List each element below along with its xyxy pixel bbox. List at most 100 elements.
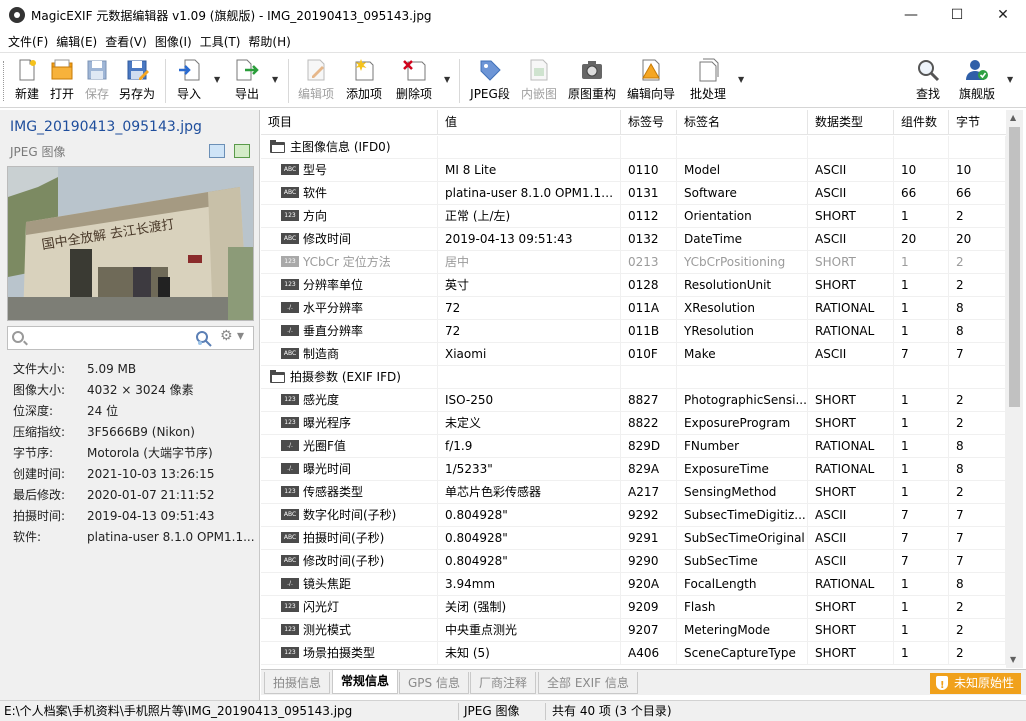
table-row[interactable]: 123 闪光灯 关闭 (强制) 9209 Flash SHORT 1 2 (261, 596, 1006, 619)
table-row[interactable]: 123 感光度 ISO-250 8827 PhotographicSensi... SHO… (261, 389, 1006, 412)
empty-cell (894, 366, 949, 389)
value-cell: platina-user 8.1.0 OPM1.17... (438, 182, 621, 205)
originality-badge[interactable]: 未知原始性 (929, 673, 1021, 696)
embedded-thumbnail-button[interactable]: 内嵌图 (519, 58, 559, 104)
scrollbar-thumb[interactable] (1009, 127, 1020, 407)
table-row[interactable]: ./. 垂直分辨率 72 011B YResolution RATIONAL 1 8 (261, 320, 1006, 343)
image-view-icon[interactable] (209, 144, 225, 158)
tab-all-exif-info[interactable]: 全部 EXIF 信息 (538, 672, 638, 694)
column-header-component-count[interactable]: 组件数 (894, 110, 949, 135)
bytes-cell: 66 (949, 182, 1006, 205)
table-row[interactable]: ABC 数字化时间(子秒) 0.804928" 9292 SubsecTimeDigit… (261, 504, 1006, 527)
toolbar-grip[interactable] (3, 61, 6, 101)
table-row[interactable]: ABC 制造商 Xiaomi 010F Make ASCII 7 7 (261, 343, 1006, 366)
table-row[interactable]: 123 场景拍摄类型 未知 (5) A406 SceneCaptureType SHORT… (261, 642, 1006, 665)
import-button[interactable]: 导入 (174, 58, 204, 104)
tab-shooting-info[interactable]: 拍摄信息 (264, 672, 331, 694)
menu-file[interactable]: 文件(F) (4, 33, 52, 50)
info-value: 2020-01-07 21:11:52 (87, 487, 215, 502)
save-as-button[interactable]: 另存为 (117, 58, 157, 104)
table-row[interactable]: 123 方向 正常 (上/左) 0112 Orientation SHORT 1 2 (261, 205, 1006, 228)
search-input[interactable] (30, 329, 190, 347)
tab-maker-notes[interactable]: 厂商注释 (470, 672, 537, 694)
minimize-button[interactable]: — (888, 0, 934, 30)
column-header-item[interactable]: 项目 (261, 110, 438, 135)
info-row: 软件: platina-user 8.1.0 OPM1.1... (13, 526, 258, 547)
search-go-icon[interactable] (194, 329, 214, 347)
table-row[interactable]: ./. 镜头焦距 3.94mm 920A FocalLength RATIONAL 1 8 (261, 573, 1006, 596)
open-button[interactable]: 打开 (47, 58, 77, 104)
table-row[interactable]: ABC 修改时间 2019-04-13 09:51:43 0132 DateTime AS… (261, 228, 1006, 251)
table-row[interactable]: ./. 水平分辨率 72 011A XResolution RATIONAL 1 8 (261, 297, 1006, 320)
column-header-bytes[interactable]: 字节 (949, 110, 1006, 135)
table-row[interactable]: ABC 拍摄时间(子秒) 0.804928" 9291 SubSecTimeOrigin… (261, 527, 1006, 550)
menu-view[interactable]: 查看(V) (101, 33, 151, 50)
table-row[interactable]: 123 分辨率单位 英寸 0128 ResolutionUnit SHORT 1 2 (261, 274, 1006, 297)
vertical-scrollbar[interactable]: ▲ ▼ (1006, 110, 1023, 668)
data-type-cell: RATIONAL (808, 573, 894, 596)
numeric-type-icon: 123 (281, 486, 299, 497)
edition-button[interactable]: 旗舰版 (955, 58, 999, 104)
scroll-up-arrow-icon[interactable]: ▲ (1010, 113, 1016, 122)
find-button[interactable]: 查找 (913, 58, 943, 104)
item-cell: ABC 型号 (261, 159, 438, 182)
batch-dropdown-arrow-icon[interactable]: ▼ (738, 75, 744, 84)
tag-number-cell: 010F (621, 343, 677, 366)
table-row[interactable]: 123 测光模式 中央重点测光 9207 MeteringMode SHORT 1 2 (261, 619, 1006, 642)
table-row[interactable]: ABC 型号 MI 8 Lite 0110 Model ASCII 10 10 (261, 159, 1006, 182)
delete-item-button[interactable]: 删除项 (394, 58, 434, 104)
group-row[interactable]: 拍摄参数 (EXIF IFD) (261, 366, 1006, 389)
tag-number-cell: 920A (621, 573, 677, 596)
edit-item-button[interactable]: 编辑项 (296, 58, 336, 104)
item-label: 测光模式 (303, 623, 352, 637)
export-button[interactable]: 导出 (232, 58, 262, 104)
table-row[interactable]: ./. 光圈F值 f/1.9 829D FNumber RATIONAL 1 8 (261, 435, 1006, 458)
delete-dropdown-arrow-icon[interactable]: ▼ (444, 75, 450, 84)
image-preview-icon[interactable] (234, 144, 250, 158)
left-panel: IMG_20190413_095143.jpg JPEG 图像 国中全放解 去江… (0, 110, 260, 700)
column-header-value[interactable]: 值 (438, 110, 621, 135)
data-type-cell: ASCII (808, 228, 894, 251)
maximize-button[interactable]: ☐ (934, 0, 980, 30)
column-header-tag-number[interactable]: 标签号 (621, 110, 677, 135)
column-header-tag-name[interactable]: 标签名 (677, 110, 808, 135)
menu-image[interactable]: 图像(I) (151, 33, 196, 50)
bytes-cell: 20 (949, 228, 1006, 251)
export-dropdown-arrow-icon[interactable]: ▼ (272, 75, 278, 84)
table-row[interactable]: 123 传感器类型 单芯片色彩传感器 A217 SensingMethod SHORT 1 2 (261, 481, 1006, 504)
menu-edit[interactable]: 编辑(E) (52, 33, 101, 50)
search-options-gear-icon[interactable]: ⚙ ▾ (220, 328, 252, 348)
status-file-type: JPEG 图像 (464, 704, 520, 718)
table-row[interactable]: 123 曝光程序 未定义 8822 ExposureProgram SHORT 1 2 (261, 412, 1006, 435)
add-item-button[interactable]: 添加项 (344, 58, 384, 104)
edit-wizard-button[interactable]: 编辑向导 (625, 58, 677, 104)
jpeg-segment-button[interactable]: JPEG段 (469, 58, 511, 104)
scroll-down-arrow-icon[interactable]: ▼ (1010, 655, 1016, 664)
info-label: 文件大小: (13, 362, 66, 376)
bytes-cell: 8 (949, 458, 1006, 481)
tab-gps-info[interactable]: GPS 信息 (399, 672, 469, 694)
table-row[interactable]: ABC 软件 platina-user 8.1.0 OPM1.17... 0131 So… (261, 182, 1006, 205)
tag-number-cell: 9209 (621, 596, 677, 619)
menu-tools[interactable]: 工具(T) (196, 33, 245, 50)
info-label: 位深度: (13, 404, 54, 418)
new-button[interactable]: 新建 (12, 58, 42, 104)
edition-dropdown-arrow-icon[interactable]: ▼ (1007, 75, 1013, 84)
bytes-cell: 2 (949, 205, 1006, 228)
item-label: 方向 (303, 209, 328, 223)
tab-general-info[interactable]: 常规信息 (332, 670, 399, 694)
group-row[interactable]: 主图像信息 (IFD0) (261, 136, 1006, 159)
batch-process-button[interactable]: 批处理 (688, 58, 728, 104)
save-button[interactable]: 保存 (82, 58, 112, 104)
tag-name-cell: FocalLength (677, 573, 808, 596)
rebuild-image-button[interactable]: 原图重构 (566, 58, 618, 104)
close-button[interactable]: ✕ (980, 0, 1026, 30)
tag-name-cell: SensingMethod (677, 481, 808, 504)
table-row[interactable]: 123 YCbCr 定位方法 居中 0213 YCbCrPositioning SHORT… (261, 251, 1006, 274)
import-dropdown-arrow-icon[interactable]: ▼ (214, 75, 220, 84)
column-header-data-type[interactable]: 数据类型 (808, 110, 894, 135)
tag-name-cell: YResolution (677, 320, 808, 343)
table-row[interactable]: ABC 修改时间(子秒) 0.804928" 9290 SubSecTime ASCII 7… (261, 550, 1006, 573)
menu-help[interactable]: 帮助(H) (244, 33, 294, 50)
table-row[interactable]: ./. 曝光时间 1/5233" 829A ExposureTime RATIONAL 1 8 (261, 458, 1006, 481)
